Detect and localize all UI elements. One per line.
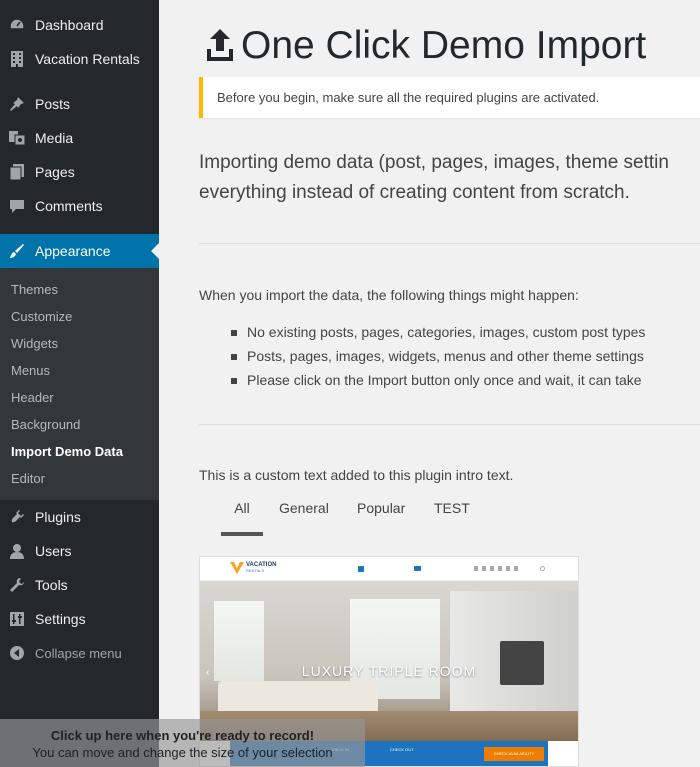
user-icon (9, 543, 25, 559)
submenu-import-demo-data[interactable]: Import Demo Data (11, 444, 123, 459)
menu-label: Vacation Rentals (35, 51, 140, 67)
demo-site-header: VACATION RENTALS (200, 557, 578, 581)
intro-line: Importing demo data (post, pages, images… (199, 152, 669, 173)
search-icon (540, 566, 545, 571)
menu-item-appearance[interactable]: Appearance (0, 234, 159, 268)
tab-general[interactable]: General (279, 492, 329, 536)
menu-item-comments[interactable]: Comments (0, 189, 159, 223)
overlay-subtitle: You can move and change the size of your… (32, 745, 333, 760)
menu-label: Settings (35, 611, 86, 627)
import-warning-heading: When you import the data, the following … (199, 287, 579, 303)
record-selection-overlay[interactable]: Click up here when you're ready to recor… (0, 719, 365, 767)
submenu-editor[interactable]: Editor (11, 471, 45, 486)
menu-label: Dashboard (35, 17, 104, 33)
media-icon (9, 130, 25, 146)
tab-all[interactable]: All (221, 492, 263, 536)
building-icon (9, 51, 25, 67)
menu-item-plugins[interactable]: Plugins (0, 500, 159, 534)
submenu-background[interactable]: Background (11, 417, 80, 432)
menu-label: Collapse menu (35, 645, 122, 661)
comment-icon (9, 198, 25, 214)
menu-label: Pages (35, 164, 75, 180)
intro-line: everything instead of creating content f… (199, 182, 630, 203)
menu-label: Users (35, 543, 72, 559)
admin-sidebar: Dashboard Vacation Rentals Posts Media P… (0, 0, 159, 767)
custom-intro-text: This is a custom text added to this plug… (199, 467, 514, 483)
notice-text: Before you begin, make sure all the requ… (217, 90, 600, 105)
menu-item-pages[interactable]: Pages (0, 155, 159, 189)
demo-logo: VACATION RENTALS (230, 562, 276, 574)
page-title: One Click Demo Import (241, 24, 647, 67)
divider (199, 243, 700, 244)
main-content: One Click Demo Import Before you begin, … (159, 0, 700, 767)
dashboard-icon (9, 17, 25, 33)
intro-text: Importing demo data (post, pages, images… (199, 148, 700, 208)
hero-caption: LUXURY TRIPLE ROOM (301, 663, 477, 679)
menu-item-settings[interactable]: Settings (0, 602, 159, 636)
menu-label: Media (35, 130, 74, 146)
plug-icon (9, 509, 25, 525)
menu-label: Appearance (35, 243, 111, 259)
import-warning-list: No existing posts, pages, categories, im… (231, 320, 645, 392)
wrench-icon (9, 577, 25, 593)
divider (199, 424, 700, 425)
mail-icon (414, 566, 421, 571)
menu-item-media[interactable]: Media (0, 121, 159, 155)
page-title-area: One Click Demo Import (205, 24, 646, 68)
menu-label: Tools (35, 577, 68, 593)
menu-label: Plugins (35, 509, 81, 525)
brush-icon (9, 243, 25, 259)
sliders-icon (9, 611, 25, 627)
list-item: Please click on the Import button only o… (231, 368, 645, 392)
demo-hero-image: ‹ LUXURY TRIPLE ROOM (200, 581, 578, 741)
tab-popular[interactable]: Popular (357, 492, 405, 536)
list-item: Posts, pages, images, widgets, menus and… (231, 344, 645, 368)
submenu-themes[interactable]: Themes (11, 282, 58, 297)
tab-test[interactable]: TEST (434, 492, 470, 536)
overlay-title: Click up here when you're ready to recor… (50, 728, 315, 743)
menu-item-posts[interactable]: Posts (0, 87, 159, 121)
menu-item-tools[interactable]: Tools (0, 568, 159, 602)
list-item: No existing posts, pages, categories, im… (231, 320, 645, 344)
submenu-header[interactable]: Header (11, 390, 54, 405)
appearance-submenu: Themes Customize Widgets Menus Header Ba… (0, 268, 159, 500)
menu-item-dashboard[interactable]: Dashboard (0, 8, 159, 42)
menu-label: Posts (35, 96, 71, 112)
submenu-widgets[interactable]: Widgets (11, 336, 58, 351)
social-icons (474, 566, 520, 571)
collapse-menu-button[interactable]: Collapse menu (0, 636, 159, 670)
pages-icon (9, 164, 25, 180)
submenu-customize[interactable]: Customize (11, 309, 72, 324)
pushpin-icon (9, 96, 25, 112)
menu-item-users[interactable]: Users (0, 534, 159, 568)
submenu-menus[interactable]: Menus (11, 363, 50, 378)
check-out-label: CHECK OUT (390, 747, 414, 752)
menu-label: Comments (35, 198, 103, 214)
plugins-notice: Before you begin, make sure all the requ… (199, 77, 700, 118)
demo-logo-subtitle: RENTALS (246, 568, 265, 573)
upload-icon (207, 29, 233, 61)
phone-icon (358, 566, 364, 572)
menu-item-vacation-rentals[interactable]: Vacation Rentals (0, 42, 159, 76)
check-availability-button: CHECK AVAILABILITY (484, 747, 544, 761)
collapse-icon (9, 645, 25, 661)
